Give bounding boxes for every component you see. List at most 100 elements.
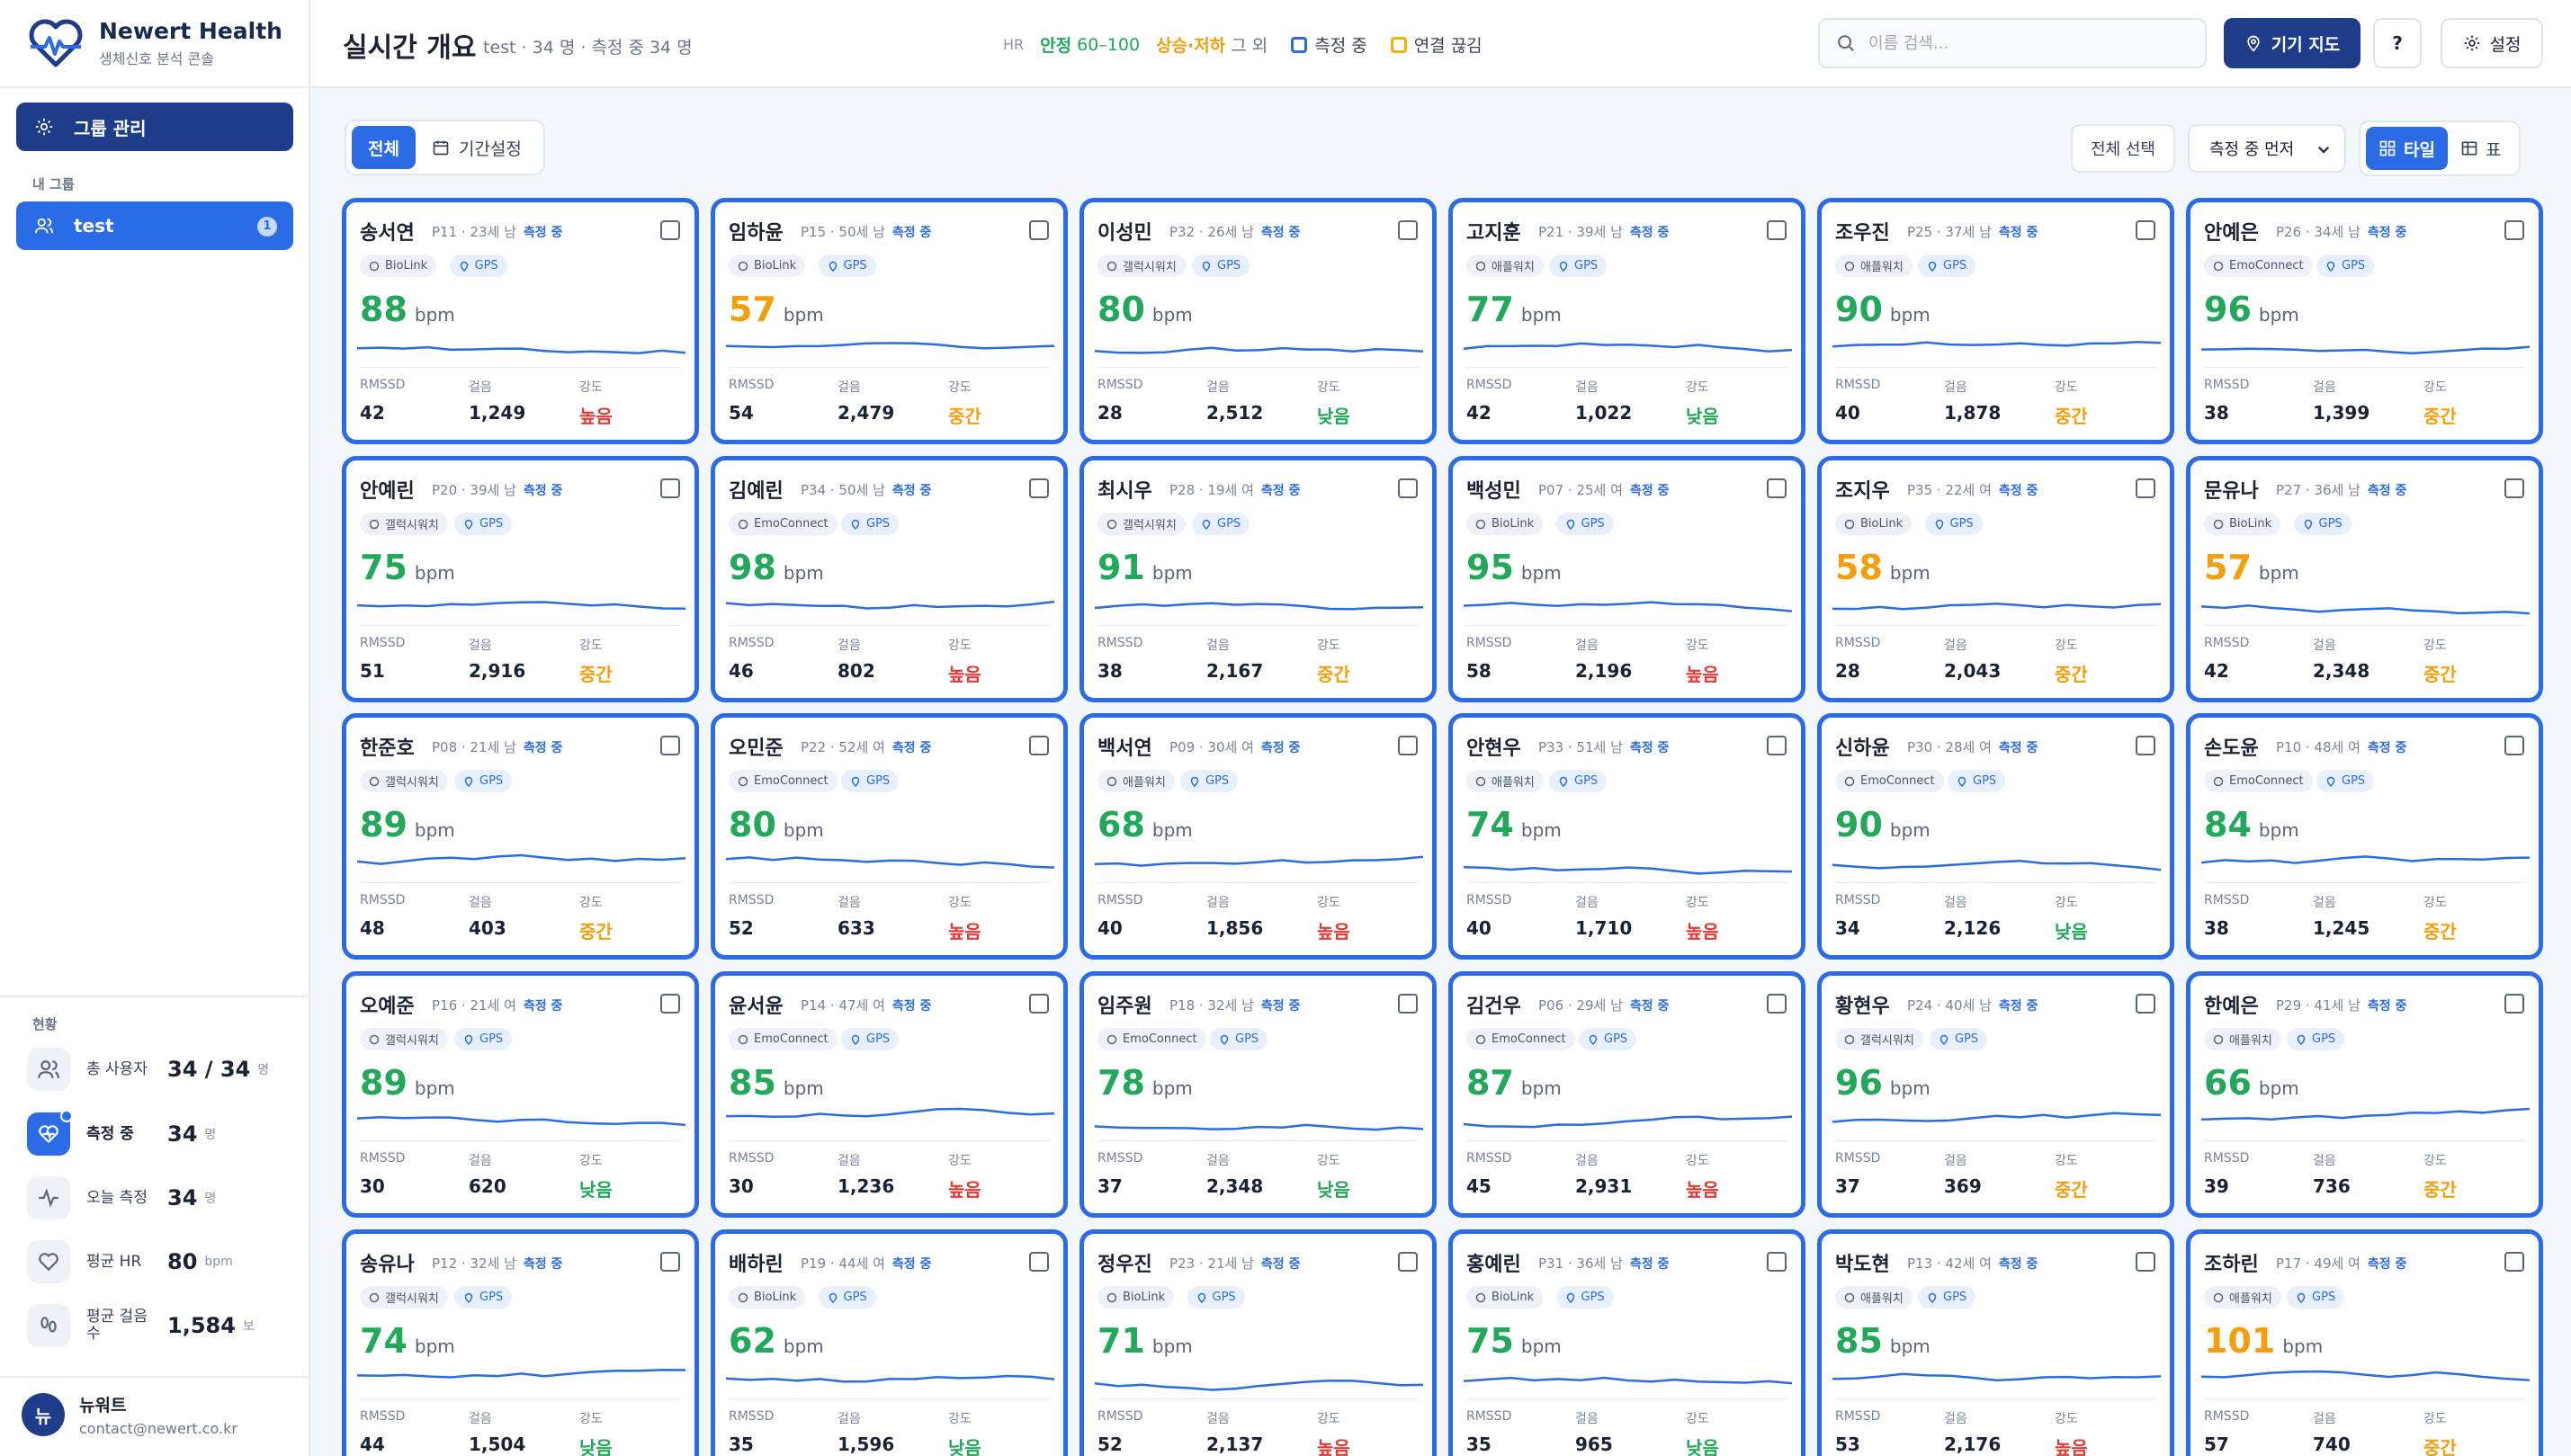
sort-select[interactable]: 측정 중 먼저 (2188, 124, 2346, 173)
steps-label: 걸음 (1944, 380, 1967, 395)
participant-card[interactable]: 송서연 P11 · 23세 남 측정 중 BioLink GPS 88 bpm RM… (342, 198, 699, 444)
status-badge: 측정 중 (2367, 1257, 2407, 1272)
participant-card[interactable]: 신하윤 P30 · 28세 여 측정 중 EmoConnect GPS 90 bpm… (1817, 713, 2174, 960)
device-chip: EmoConnect (729, 1028, 838, 1050)
participant-card[interactable]: 안예린 P20 · 39세 남 측정 중 갤럭시워치 GPS 75 bpm RMSS… (342, 456, 699, 702)
steps-label: 걸음 (1575, 380, 1599, 395)
select-checkbox[interactable] (1029, 478, 1049, 498)
device-map-button[interactable]: 기기 지도 (2224, 18, 2360, 68)
group-manage-button[interactable]: 그룹 관리 (16, 103, 293, 151)
device-icon (1475, 1034, 1486, 1044)
steps-label: 걸음 (2313, 380, 2336, 395)
steps-value: 1,236 (838, 1175, 895, 1197)
participant-card[interactable]: 고지훈 P21 · 39세 남 측정 중 애플워치 GPS 77 bpm RMSSD… (1448, 198, 1805, 444)
participant-card[interactable]: 손도윤 P10 · 48세 여 측정 중 EmoConnect GPS 84 bpm… (2186, 713, 2543, 960)
participant-card[interactable]: 백성민 P07 · 25세 여 측정 중 BioLink GPS 95 bpm RM… (1448, 456, 1805, 702)
sort-selected-value: 측정 중 먼저 (2209, 140, 2295, 159)
participant-card[interactable]: 송유나 P12 · 32세 남 측정 중 갤럭시워치 GPS 74 bpm RMSS… (342, 1229, 699, 1456)
tile-view-button[interactable]: 타일 (2366, 127, 2448, 170)
search-input[interactable] (1868, 33, 2192, 53)
select-checkbox[interactable] (1767, 994, 1787, 1014)
live-dot (60, 1110, 73, 1122)
select-checkbox[interactable] (1029, 220, 1049, 240)
participant-name: 문유나 (2204, 480, 2259, 503)
select-checkbox[interactable] (1029, 994, 1049, 1014)
participant-card[interactable]: 최시우 P28 · 19세 여 측정 중 갤럭시워치 GPS 91 bpm RMSS… (1079, 456, 1437, 702)
device-icon (2213, 1034, 2224, 1044)
select-checkbox[interactable] (1398, 994, 1418, 1014)
select-checkbox[interactable] (1398, 1252, 1418, 1272)
select-all-button[interactable]: 전체 선택 (2071, 124, 2175, 173)
participant-card[interactable]: 조지우 P35 · 22세 여 측정 중 BioLink GPS 58 bpm RM… (1817, 456, 2174, 702)
rmssd-value: 57 (2204, 1434, 2229, 1455)
select-checkbox[interactable] (2136, 478, 2155, 498)
participant-card[interactable]: 오민준 P22 · 52세 여 측정 중 EmoConnect GPS 80 bpm… (711, 713, 1068, 960)
select-checkbox[interactable] (2136, 220, 2155, 240)
participant-card[interactable]: 조하린 P17 · 49세 여 측정 중 애플워치 GPS 101 bpm RMSS… (2186, 1229, 2543, 1456)
participant-name: 손도윤 (2204, 737, 2259, 760)
filter-all-button[interactable]: 전체 (352, 126, 416, 169)
select-checkbox[interactable] (2504, 1252, 2524, 1272)
select-checkbox[interactable] (1767, 736, 1787, 755)
help-button[interactable]: ? (2373, 18, 2422, 68)
participant-card[interactable]: 오예준 P16 · 21세 여 측정 중 갤럭시워치 GPS 89 bpm RMSS… (342, 971, 699, 1218)
select-checkbox[interactable] (2504, 220, 2524, 240)
device-name: 갤럭시워치 (385, 1034, 439, 1048)
select-checkbox[interactable] (1767, 1252, 1787, 1272)
user-profile[interactable]: 뉴 뉴워트 contact@newert.co.kr (22, 1392, 237, 1437)
select-checkbox[interactable] (1029, 736, 1049, 755)
participant-card[interactable]: 윤서윤 P14 · 47세 여 측정 중 EmoConnect GPS 85 bpm… (711, 971, 1068, 1218)
select-checkbox[interactable] (1767, 478, 1787, 498)
participant-card[interactable]: 임하윤 P15 · 50세 남 측정 중 BioLink GPS 57 bpm RM… (711, 198, 1068, 444)
divider (1097, 1398, 1419, 1399)
select-checkbox[interactable] (1398, 736, 1418, 755)
participant-card[interactable]: 이성민 P32 · 26세 남 측정 중 갤럭시워치 GPS 80 bpm RMSS… (1079, 198, 1437, 444)
select-checkbox[interactable] (2136, 994, 2155, 1014)
select-checkbox[interactable] (660, 220, 680, 240)
participant-card[interactable]: 박도현 P13 · 42세 여 측정 중 애플워치 GPS 85 bpm RMSSD… (1817, 1229, 2174, 1456)
participant-card[interactable]: 안현우 P33 · 51세 남 측정 중 애플워치 GPS 74 bpm RMSSD… (1448, 713, 1805, 960)
view-toggle: 타일 표 (2359, 121, 2522, 176)
select-checkbox[interactable] (1398, 478, 1418, 498)
heart-rate-number: 74 (1466, 805, 1514, 844)
participant-card[interactable]: 홍예린 P31 · 36세 남 측정 중 BioLink GPS 75 bpm RM… (1448, 1229, 1805, 1456)
status-badge: 측정 중 (1998, 226, 2038, 240)
device-chip: BioLink (729, 1286, 806, 1309)
period-settings-button[interactable]: 기간설정 (416, 126, 538, 169)
participant-card[interactable]: 한예은 P29 · 41세 남 측정 중 애플워치 GPS 66 bpm RMSSD… (2186, 971, 2543, 1218)
select-checkbox[interactable] (1029, 1252, 1049, 1272)
sidebar-item-test[interactable]: test 1 (16, 201, 293, 250)
select-checkbox[interactable] (2136, 736, 2155, 755)
device-chip: EmoConnect (2204, 255, 2313, 277)
select-checkbox[interactable] (660, 994, 680, 1014)
sparkline-line (1832, 1372, 2161, 1382)
select-checkbox[interactable] (2504, 994, 2524, 1014)
settings-button[interactable]: 설정 (2441, 18, 2543, 68)
participant-card[interactable]: 김건우 P06 · 29세 남 측정 중 EmoConnect GPS 87 bpm… (1448, 971, 1805, 1218)
steps-value: 2,126 (1944, 917, 2002, 939)
brand[interactable]: Newert Health 생체신호 분석 콘솔 (25, 13, 282, 74)
participant-card[interactable]: 김예린 P34 · 50세 남 측정 중 EmoConnect GPS 98 bpm… (711, 456, 1068, 702)
participant-meta: P17 · 49세 여 측정 중 (2276, 1254, 2406, 1273)
select-checkbox[interactable] (2136, 1252, 2155, 1272)
participant-card[interactable]: 정우진 P23 · 21세 남 측정 중 BioLink GPS 71 bpm RM… (1079, 1229, 1437, 1456)
participant-card[interactable]: 배하린 P19 · 44세 여 측정 중 BioLink GPS 62 bpm RM… (711, 1229, 1068, 1456)
select-checkbox[interactable] (1398, 220, 1418, 240)
rmssd-value: 40 (1097, 917, 1123, 939)
search-box[interactable] (1818, 18, 2207, 68)
select-checkbox[interactable] (2504, 736, 2524, 755)
select-checkbox[interactable] (1767, 220, 1787, 240)
select-checkbox[interactable] (2504, 478, 2524, 498)
select-checkbox[interactable] (660, 1252, 680, 1272)
participant-card[interactable]: 문유나 P27 · 36세 남 측정 중 BioLink GPS 57 bpm RM… (2186, 456, 2543, 702)
participant-card[interactable]: 백서연 P09 · 30세 여 측정 중 애플워치 GPS 68 bpm RMSSD… (1079, 713, 1437, 960)
participant-card[interactable]: 황현우 P24 · 40세 남 측정 중 갤럭시워치 GPS 96 bpm RMSS… (1817, 971, 2174, 1218)
select-checkbox[interactable] (660, 478, 680, 498)
participant-card[interactable]: 안예은 P26 · 34세 남 측정 중 EmoConnect GPS 96 bpm… (2186, 198, 2543, 444)
table-view-button[interactable]: 표 (2448, 127, 2513, 170)
participant-card[interactable]: 한준호 P08 · 21세 남 측정 중 갤럭시워치 GPS 89 bpm RMSS… (342, 713, 699, 960)
participant-card[interactable]: 조우진 P25 · 37세 남 측정 중 애플워치 GPS 90 bpm RMSSD… (1817, 198, 2174, 444)
participant-card[interactable]: 임주원 P18 · 32세 남 측정 중 EmoConnect GPS 78 bpm… (1079, 971, 1437, 1218)
bpm-unit: bpm (2258, 819, 2299, 841)
select-checkbox[interactable] (660, 736, 680, 755)
